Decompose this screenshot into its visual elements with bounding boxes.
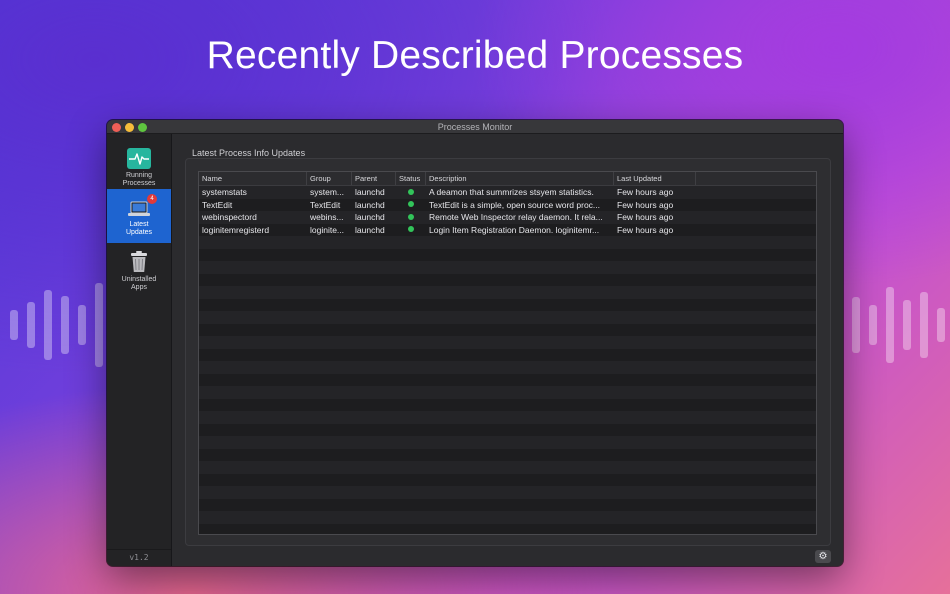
app-window: Processes Monitor Running Processes 4 La… xyxy=(107,120,843,566)
empty-table-row xyxy=(199,436,816,449)
sidebar-footer: v1.2 xyxy=(107,549,171,566)
empty-table-row xyxy=(199,448,816,461)
cell-last-updated: Few hours ago xyxy=(617,199,674,210)
empty-table-row xyxy=(199,236,816,249)
status-dot-icon xyxy=(408,201,414,208)
cell-spacer xyxy=(696,224,816,237)
empty-table-row xyxy=(199,461,816,474)
empty-table-row xyxy=(199,336,816,349)
cell-description: Remote Web Inspector relay daemon. It re… xyxy=(429,212,603,222)
empty-table-row xyxy=(199,373,816,386)
empty-table-row xyxy=(199,423,816,436)
empty-table-row xyxy=(199,261,816,274)
column-header-name[interactable]: Name xyxy=(199,172,307,185)
cell-status xyxy=(396,199,426,212)
empty-table-row xyxy=(199,511,816,524)
empty-table-row xyxy=(199,523,816,534)
cell-group: system... xyxy=(310,187,345,197)
sidebar-item-uninstalled-apps[interactable]: Uninstalled Apps xyxy=(107,244,171,298)
column-header-description[interactable]: Description xyxy=(426,172,614,185)
process-table[interactable]: Name Group Parent Status Description Las… xyxy=(198,171,817,535)
empty-table-row xyxy=(199,298,816,311)
laptop-icon xyxy=(127,200,151,218)
empty-table-row xyxy=(199,273,816,286)
cell-name: webinspectord xyxy=(202,212,257,222)
sidebar-item-label: Latest Updates xyxy=(125,221,153,236)
status-dot-icon xyxy=(408,188,414,195)
page-headline: Recently Described Processes xyxy=(206,34,744,77)
empty-table-row xyxy=(199,386,816,399)
cell-status xyxy=(396,224,426,237)
cell-parent: launchd xyxy=(355,187,385,197)
status-dot-icon xyxy=(408,213,414,220)
empty-table-row xyxy=(199,486,816,499)
settings-button[interactable]: ⚙ xyxy=(815,550,831,563)
column-header-group[interactable]: Group xyxy=(307,172,352,185)
empty-table-row xyxy=(199,311,816,324)
table-row[interactable]: TextEdit TextEdit launchd TextEdit is a sim… xyxy=(199,198,816,212)
notification-badge: 4 xyxy=(147,194,157,204)
cell-name: systemstats xyxy=(202,187,247,197)
empty-table-row xyxy=(199,348,816,361)
cell-group: loginite... xyxy=(310,224,345,235)
table-row[interactable]: systemstats system... launchd A deamon that… xyxy=(199,186,816,199)
table-header: Name Group Parent Status Description Las… xyxy=(199,172,816,186)
cell-group: TextEdit xyxy=(310,199,341,210)
sidebar-item-label: Running Processes xyxy=(122,172,156,187)
empty-table-row xyxy=(199,398,816,411)
table-row[interactable]: webinspectord webins... launchd Remote Web … xyxy=(199,211,816,224)
empty-table-row xyxy=(199,323,816,336)
cell-spacer xyxy=(696,211,816,224)
column-header-status[interactable]: Status xyxy=(396,172,426,185)
cell-description: A deamon that summrizes stsyem statistic… xyxy=(429,187,594,197)
sidebar-item-latest-updates[interactable]: 4 Latest Updates xyxy=(107,189,171,243)
cell-parent: launchd xyxy=(355,212,385,222)
cell-description: TextEdit is a simple, open source word p… xyxy=(429,199,601,210)
title-bar[interactable]: Processes Monitor xyxy=(107,120,843,134)
empty-table-row xyxy=(199,473,816,486)
pulse-icon xyxy=(127,148,151,169)
app-version: v1.2 xyxy=(129,553,149,562)
sidebar-item-label: Uninstalled Apps xyxy=(121,276,157,291)
section-title: Latest Process Info Updates xyxy=(192,148,306,158)
cell-description: Login Item Registration Daemon. loginite… xyxy=(429,224,600,235)
cell-last-updated: Few hours ago xyxy=(617,212,674,222)
column-header-parent[interactable]: Parent xyxy=(352,172,396,185)
cell-group: webins... xyxy=(310,212,344,222)
sidebar-item-running-processes[interactable]: Running Processes xyxy=(107,140,171,194)
decorative-waveform-right xyxy=(852,280,950,370)
cell-parent: launchd xyxy=(355,224,385,235)
main-panel: Latest Process Info Updates Name Group P… xyxy=(172,134,843,566)
cell-parent: launchd xyxy=(355,199,385,210)
cell-name: loginitemregisterd xyxy=(202,224,270,235)
column-header-last-updated[interactable]: Last Updated xyxy=(614,172,696,185)
empty-table-row xyxy=(199,286,816,299)
cell-last-updated: Few hours ago xyxy=(617,187,674,197)
cell-status xyxy=(396,211,426,224)
table-body: systemstats system... launchd A deamon that… xyxy=(199,186,816,534)
cell-last-updated: Few hours ago xyxy=(617,224,674,235)
empty-table-row xyxy=(199,498,816,511)
cell-spacer xyxy=(696,186,816,199)
empty-table-row xyxy=(199,248,816,261)
status-dot-icon xyxy=(408,226,414,233)
gear-icon: ⚙ xyxy=(818,551,828,562)
empty-table-row xyxy=(199,361,816,374)
cell-name: TextEdit xyxy=(202,199,233,210)
sidebar: Running Processes 4 Latest Updates Unins… xyxy=(107,134,172,566)
cell-spacer xyxy=(696,199,816,212)
table-row[interactable]: loginitemregisterd loginite... launchd Logi… xyxy=(199,223,816,237)
trash-icon xyxy=(129,250,149,274)
column-header-spacer xyxy=(696,172,816,185)
window-title: Processes Monitor xyxy=(437,122,513,132)
cell-status xyxy=(396,186,426,199)
empty-table-row xyxy=(199,411,816,424)
